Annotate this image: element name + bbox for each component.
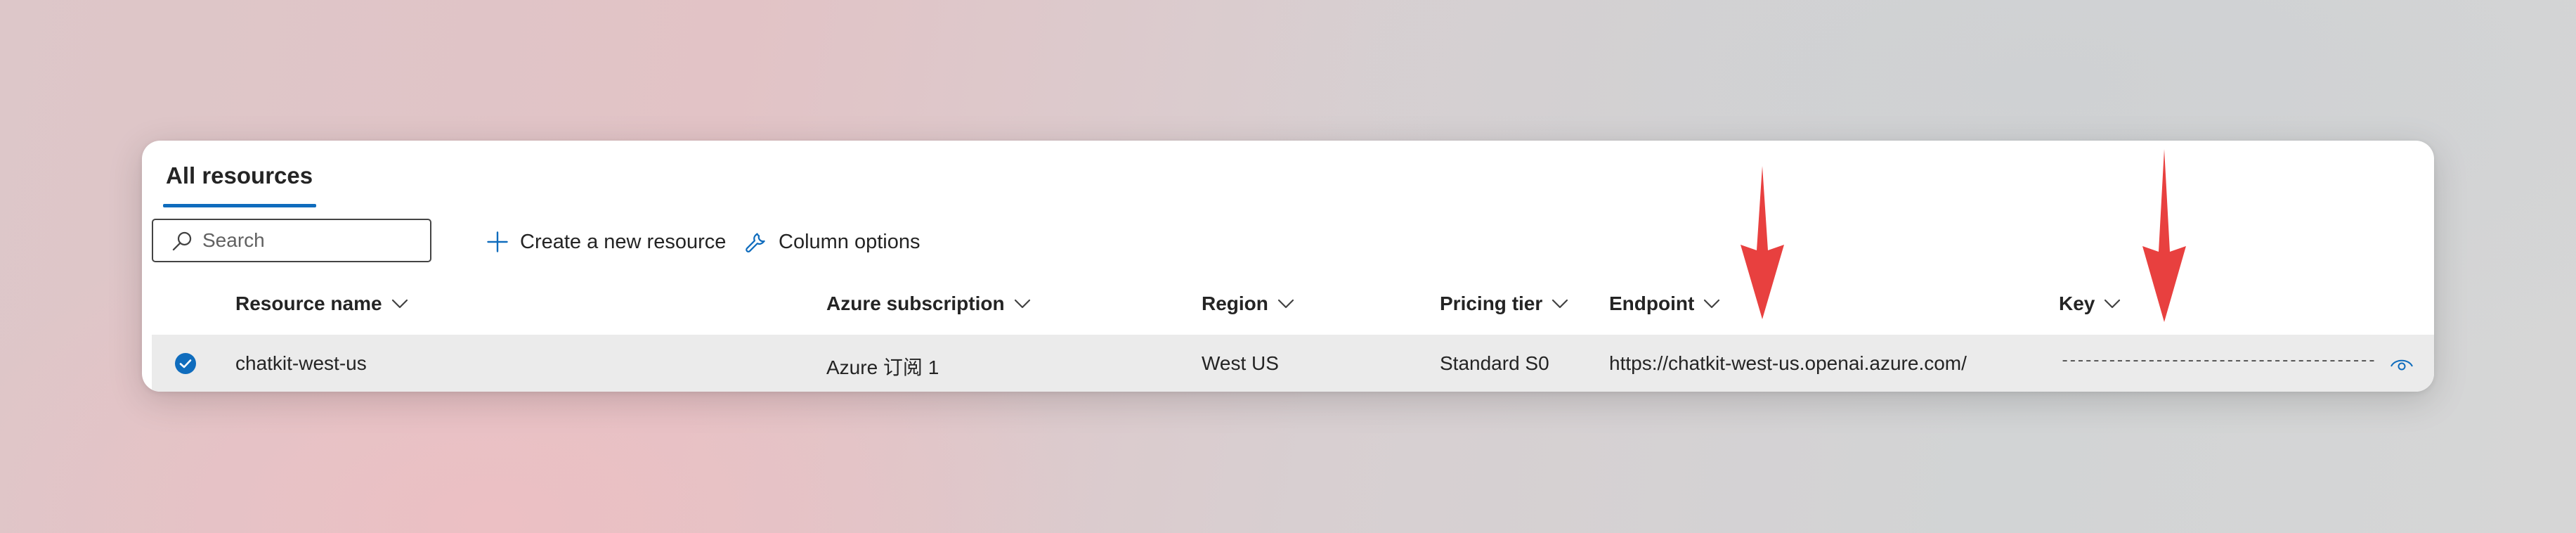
arrow-down-icon: [1741, 166, 1784, 319]
chevron-down-icon: [2105, 299, 2121, 309]
plus-icon: [487, 231, 508, 252]
column-header-label: Pricing tier: [1440, 293, 1543, 314]
wrench-icon: [746, 233, 765, 252]
column-header-pricing-tier[interactable]: Pricing tier: [1440, 293, 1569, 315]
cell-resource-name[interactable]: chatkit-west-us: [235, 352, 367, 375]
column-header-azure-subscription[interactable]: Azure subscription: [826, 293, 1032, 315]
column-header-key[interactable]: Key: [2059, 293, 2121, 315]
chevron-down-icon: [391, 299, 408, 309]
column-options-label: Column options: [779, 230, 921, 253]
column-header-label: Azure subscription: [826, 293, 1005, 314]
eye-icon[interactable]: [2389, 354, 2414, 374]
column-options-button[interactable]: Column options: [743, 228, 921, 256]
search-icon: [172, 231, 192, 251]
page-title[interactable]: All resources: [166, 162, 313, 189]
cell-region: West US: [1202, 352, 1279, 374]
chevron-down-icon: [1014, 299, 1030, 309]
create-resource-label: Create a new resource: [520, 230, 727, 253]
column-header-label: Endpoint: [1609, 293, 1695, 314]
column-header-label: Region: [1202, 293, 1268, 314]
search-box[interactable]: [152, 219, 431, 262]
arrow-down-icon: [2142, 149, 2186, 322]
chevron-down-icon: [1552, 299, 1568, 309]
create-resource-button[interactable]: Create a new resource: [485, 228, 726, 256]
cell-pricing-tier: Standard S0: [1440, 352, 1549, 374]
column-header-label: Key: [2059, 293, 2095, 314]
cell-key-masked: ----------------------------------------: [2060, 352, 2376, 370]
chevron-down-icon: [1277, 299, 1294, 309]
all-resources-panel: All resources Create a new resource Colu…: [142, 141, 2434, 392]
cell-azure-subscription: Azure 订阅 1: [826, 357, 939, 378]
column-header-label: Resource name: [235, 293, 382, 314]
search-input[interactable]: [202, 220, 420, 261]
column-header-endpoint[interactable]: Endpoint: [1609, 293, 1721, 315]
checkmark-circle-icon[interactable]: [174, 352, 197, 375]
table-row[interactable]: chatkit-west-us Azure 订阅 1 West US Stand…: [152, 335, 2434, 392]
column-header-resource-name[interactable]: Resource name: [235, 293, 409, 315]
column-header-region[interactable]: Region: [1202, 293, 1295, 315]
tab-selected-indicator: [163, 204, 316, 207]
chevron-down-icon: [1704, 299, 1720, 309]
cell-endpoint: https://chatkit-west-us.openai.azure.com…: [1609, 352, 1967, 374]
